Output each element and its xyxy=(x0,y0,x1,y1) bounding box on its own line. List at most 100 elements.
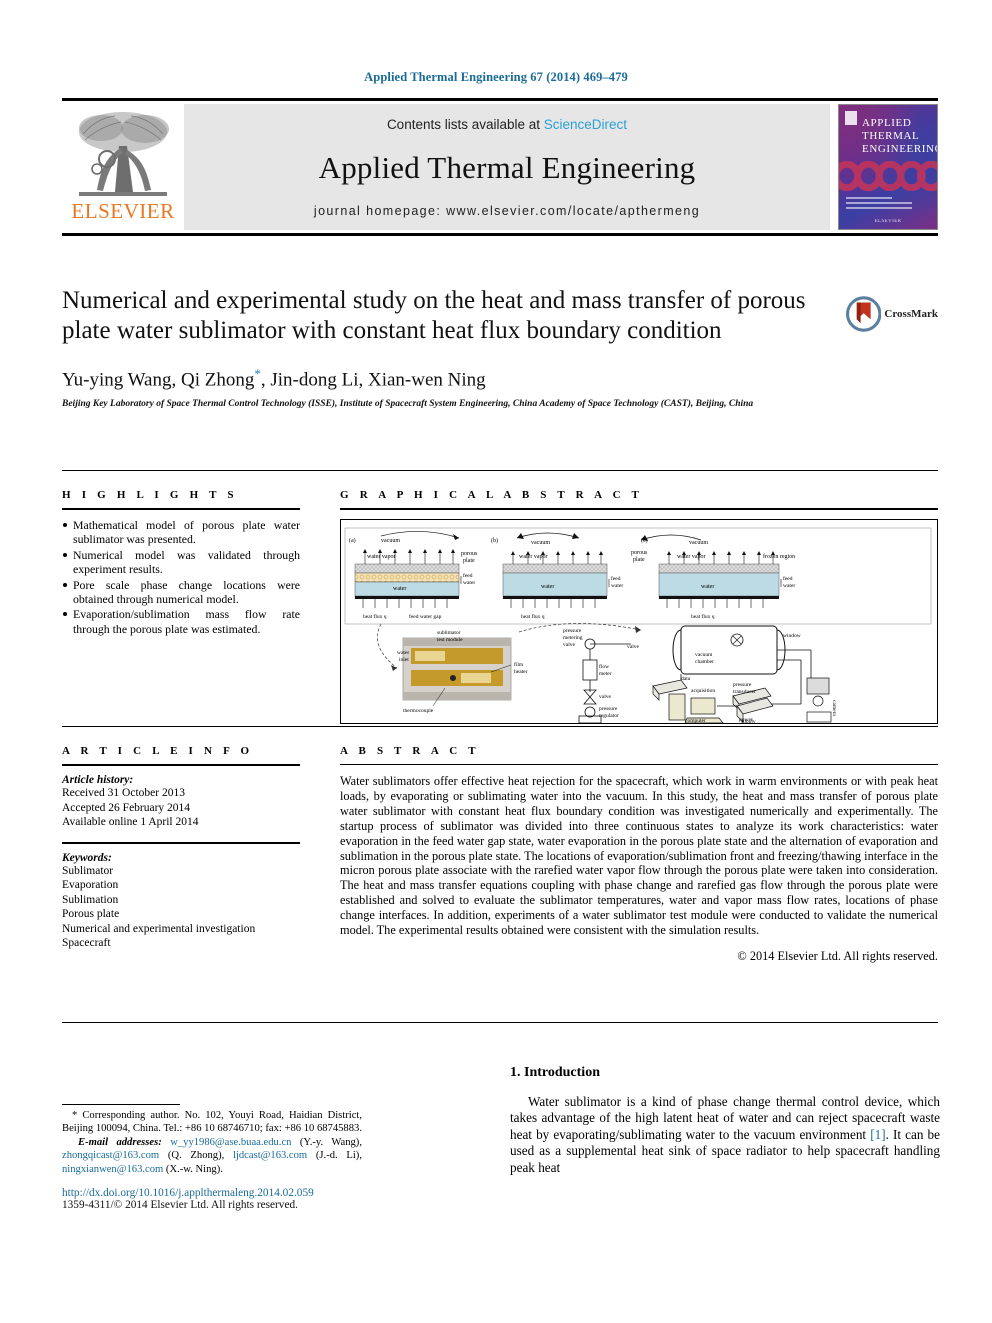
citation-ref-1[interactable]: [1] xyxy=(870,1127,885,1142)
svg-text:metering: metering xyxy=(563,635,583,641)
graphical-abstract-diagram: (a) vacuum water vapor porous plate wate… xyxy=(344,527,932,723)
email-name-1: (Y.-y. Wang), xyxy=(291,1136,362,1148)
journal-masthead: ELSEVIER Contents lists available at Sci… xyxy=(62,98,938,236)
svg-text:heat flux q: heat flux q xyxy=(691,613,715,620)
email-link-2[interactable]: zhongqicast@163.com xyxy=(62,1150,159,1161)
abstract-rule xyxy=(340,764,938,765)
svg-text:vacuum: vacuum xyxy=(531,540,550,546)
svg-text:plate: plate xyxy=(633,557,645,563)
keyword-item: Sublimation xyxy=(62,893,119,906)
svg-text:inlet: inlet xyxy=(399,657,409,663)
svg-text:feed: feed xyxy=(783,575,793,582)
journal-cover-thumbnail: APPLIED THERMAL ENGINEERING ELSEVIER xyxy=(838,104,938,230)
masthead-top-rule xyxy=(62,98,938,101)
svg-text:pressure: pressure xyxy=(563,628,582,634)
author-list: Yu-ying Wang, Qi Zhong*, Jin-dong Li, Xi… xyxy=(62,366,938,391)
svg-text:data: data xyxy=(681,676,691,682)
cover-rings-graphic xyxy=(839,161,937,191)
graphical-abstract-figure: (a) vacuum water vapor porous plate wate… xyxy=(340,519,938,724)
svg-text:thermocouple: thermocouple xyxy=(403,708,434,714)
svg-text:water vapor: water vapor xyxy=(367,554,396,560)
introduction-paragraph: Water sublimator is a kind of phase chan… xyxy=(510,1094,940,1176)
sciencedirect-link[interactable]: ScienceDirect xyxy=(544,117,627,132)
title-block: Numerical and experimental study on the … xyxy=(62,286,938,411)
email-name-3: (J.-d. Li), xyxy=(307,1150,362,1162)
svg-text:water: water xyxy=(783,583,795,589)
cover-title-line3: ENGINEERING xyxy=(862,143,938,155)
elsevier-tree-icon xyxy=(79,112,169,196)
abstract-heading: A B S T R A C T xyxy=(340,745,480,757)
footnote-rule xyxy=(62,1104,180,1105)
svg-text:water: water xyxy=(397,650,409,656)
cover-footer-lines xyxy=(846,197,930,212)
highlights-section: H I G H L I G H T S Mathematical model o… xyxy=(62,489,300,637)
cover-bottom-label: ELSEVIER xyxy=(874,219,902,224)
corresponding-text: Corresponding author. No. 102, Youyi Roa… xyxy=(62,1110,362,1135)
running-head: Applied Thermal Engineering 67 (2014) 46… xyxy=(364,70,628,84)
page-title: Numerical and experimental study on the … xyxy=(62,287,806,344)
email-name-2: (Q. Zhong), xyxy=(159,1150,233,1162)
svg-text:plate: plate xyxy=(463,558,475,564)
keyword-item: Porous plate xyxy=(62,908,120,920)
introduction-heading: 1. Introduction xyxy=(510,1065,600,1080)
journal-homepage[interactable]: journal homepage: www.elsevier.com/locat… xyxy=(314,204,700,218)
svg-text:water: water xyxy=(541,584,554,590)
masthead-bottom-rule xyxy=(62,233,938,236)
svg-text:feed: feed xyxy=(463,572,473,579)
email-link-3[interactable]: ljdcast@163.com xyxy=(233,1150,307,1161)
svg-text:pressure: pressure xyxy=(599,706,618,712)
article-info-section: A R T I C L E I N F O Article history: R… xyxy=(62,745,300,951)
svg-text:sublimator: sublimator xyxy=(437,630,461,636)
keywords-rule xyxy=(62,841,300,844)
svg-text:valve: valve xyxy=(563,642,575,648)
doi-link[interactable]: http://dx.doi.org/10.1016/j.applthermale… xyxy=(62,1187,362,1199)
svg-text:acquisition: acquisition xyxy=(691,688,715,694)
svg-text:vacuum: vacuum xyxy=(689,540,708,546)
elsevier-wordmark: ELSEVIER xyxy=(71,199,175,223)
svg-text:transducer: transducer xyxy=(733,689,756,695)
cover-title-line2: THERMAL xyxy=(862,130,920,142)
svg-text:porous: porous xyxy=(631,550,648,556)
svg-text:camera: camera xyxy=(831,700,837,716)
article-history-accepted: Accepted 26 February 2014 xyxy=(62,801,191,814)
crossmark-badge[interactable]: CrossMark xyxy=(846,288,938,340)
journal-title: Applied Thermal Engineering xyxy=(318,150,696,185)
email-addresses-note: E-mail addresses: w_yy1986@ase.buaa.edu.… xyxy=(62,1136,362,1176)
cover-elsevier-mark xyxy=(845,111,857,125)
keyword-item: Spacecraft xyxy=(62,937,111,949)
authors-rest: , Jin-dong Li, Xian-wen Ning xyxy=(260,369,486,391)
introduction-section: 1. Introduction Water sublimator is a ki… xyxy=(510,1065,940,1176)
list-item: Numerical model was validated through ex… xyxy=(62,548,300,577)
email-link-1[interactable]: w_yy1986@ase.buaa.edu.cn xyxy=(170,1137,291,1148)
svg-text:water: water xyxy=(611,583,623,589)
svg-text:pressure: pressure xyxy=(733,682,752,688)
svg-text:window: window xyxy=(783,633,801,639)
email-link-4[interactable]: ningxianwen@163.com xyxy=(62,1164,163,1175)
highlights-rule xyxy=(62,508,300,510)
svg-text:vacuum: vacuum xyxy=(381,538,400,544)
list-item: Pore scale phase change locations were o… xyxy=(62,578,300,607)
article-info-rule xyxy=(62,764,300,766)
corresponding-star: * xyxy=(72,1110,78,1121)
graphical-abstract-section: G R A P H I C A L A B S T R A C T (a) va… xyxy=(340,489,938,724)
graphical-abstract-heading: G R A P H I C A L A B S T R A C T xyxy=(340,489,644,501)
svg-text:feed water gap: feed water gap xyxy=(409,613,442,620)
svg-text:water vapor: water vapor xyxy=(677,554,706,560)
paper-page: Applied Thermal Engineering 67 (2014) 46… xyxy=(0,0,992,1323)
email-label: E-mail addresses: xyxy=(78,1136,162,1148)
svg-text:water: water xyxy=(463,580,475,586)
crossmark-label: CrossMark xyxy=(884,308,938,320)
abstract-text: Water sublimators offer effective heat r… xyxy=(340,774,938,938)
keyword-item: Numerical and experimental investigation xyxy=(62,922,256,935)
svg-text:valve: valve xyxy=(627,644,639,650)
highlights-heading: H I G H L I G H T S xyxy=(62,489,238,501)
svg-text:supply: supply xyxy=(741,719,756,723)
keyword-item: Sublimator xyxy=(62,864,114,877)
svg-text:vacuum: vacuum xyxy=(695,652,713,658)
svg-text:computer: computer xyxy=(685,718,706,723)
elsevier-logo: ELSEVIER xyxy=(62,104,184,230)
svg-text:(a): (a) xyxy=(349,537,356,544)
svg-text:chamber: chamber xyxy=(695,659,714,665)
svg-text:regulator: regulator xyxy=(599,713,619,719)
svg-text:valve: valve xyxy=(599,694,611,700)
